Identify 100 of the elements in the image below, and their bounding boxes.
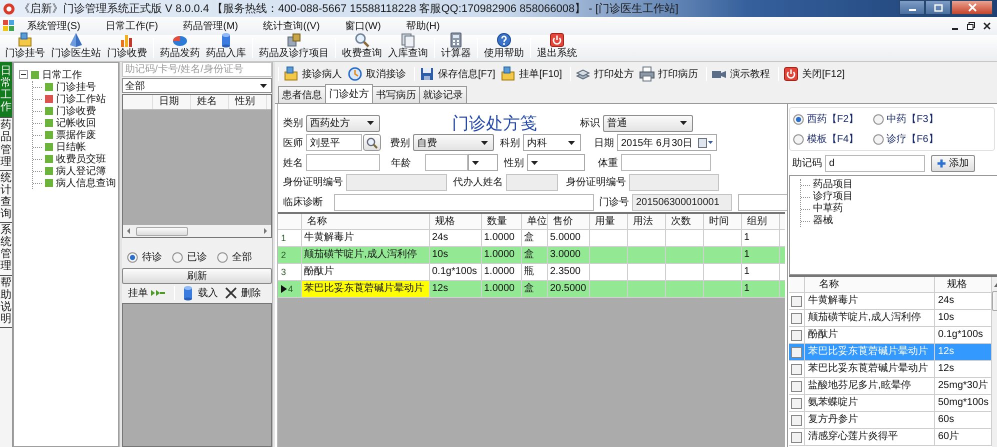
column-header[interactable]: 售价 — [548, 214, 590, 229]
tree-item[interactable]: 药品项目 — [813, 179, 853, 191]
checkbox[interactable] — [791, 296, 802, 307]
toolbar-button[interactable]: 取消接诊 — [347, 66, 410, 82]
radio-button[interactable] — [793, 114, 804, 124]
tree-item[interactable]: 器械 — [813, 215, 833, 227]
restore-button[interactable] — [925, 0, 951, 15]
window-menu-icon[interactable] — [3, 20, 15, 32]
tree-item[interactable]: 票据作废 — [56, 128, 96, 142]
column-header[interactable]: 用法 — [628, 214, 666, 229]
column-header[interactable]: 次数 — [666, 214, 704, 229]
radio-button[interactable] — [217, 252, 228, 262]
radio-label[interactable]: 模板【F4】 — [807, 132, 859, 146]
radio-button[interactable] — [127, 252, 138, 262]
refresh-button[interactable]: 刷新 — [122, 268, 272, 284]
search-button[interactable] — [363, 134, 381, 152]
radio-button[interactable] — [172, 252, 183, 262]
dropdown[interactable]: 普通 — [603, 114, 693, 132]
tree-item[interactable]: 病人登记簿 — [56, 164, 106, 178]
tree-item[interactable]: 门诊收费 — [56, 104, 96, 118]
tree-item[interactable]: 日常工作 — [42, 68, 82, 82]
add-button[interactable]: 添加 — [931, 154, 975, 172]
checkbox[interactable] — [791, 364, 802, 375]
date-picker[interactable]: 2015年 6月30日 — [617, 134, 717, 152]
column-header[interactable]: 时间 — [704, 214, 742, 229]
column-header[interactable]: 性别 — [229, 95, 267, 109]
tree-item[interactable]: 门诊挂号 — [56, 80, 96, 94]
menu-item[interactable]: 统计查询((V) — [251, 19, 333, 33]
dropdown[interactable]: 自费 — [413, 134, 494, 152]
toolbar-button[interactable]: 药品及诊疗项目 — [256, 35, 332, 61]
radio-button[interactable] — [793, 134, 804, 144]
column-header[interactable]: 用量 — [590, 214, 628, 229]
radio-label[interactable]: 待诊 — [142, 250, 162, 264]
toolbar-button[interactable]: 接诊病人 — [283, 66, 346, 82]
radio-label[interactable]: 中药【F3】 — [886, 112, 938, 126]
toolbar-button[interactable]: 打印处方 — [575, 66, 638, 82]
tab[interactable]: 患者信息 — [278, 86, 326, 103]
collapse-icon[interactable] — [19, 70, 28, 79]
toolbar-button[interactable]: 挂单[F10] — [500, 66, 566, 82]
toolbar-button[interactable]: 演示教程 — [711, 66, 774, 82]
dropdown[interactable] — [468, 154, 498, 172]
column-header[interactable]: 数量 — [482, 214, 522, 229]
dropdown[interactable]: 内科 — [523, 134, 581, 152]
tab[interactable]: 门诊处方 — [325, 84, 373, 103]
column-header[interactable]: 单位 — [522, 214, 548, 229]
side-tab[interactable]: 药品管理 — [0, 118, 12, 171]
checkbox[interactable] — [791, 398, 802, 409]
toolbar-button[interactable]: 药品入库 — [203, 35, 249, 61]
text-field[interactable] — [334, 194, 594, 211]
toolbar-button[interactable]: 使用帮助 — [481, 35, 527, 61]
text-field[interactable] — [306, 154, 380, 172]
radio-label[interactable]: 已诊 — [187, 250, 207, 264]
mnemonic-field[interactable]: d — [825, 154, 925, 172]
toolbar-button[interactable]: 保存信息[F7] — [419, 66, 500, 82]
radio-label[interactable]: 诊疗【F6】 — [886, 132, 938, 146]
toolbar-button[interactable]: 收费查询 — [339, 35, 385, 61]
toolbar-button[interactable]: 退出系统 — [534, 35, 580, 61]
checkbox[interactable] — [791, 347, 802, 358]
dropdown[interactable]: 西药处方 — [306, 114, 380, 132]
tree-item[interactable]: 诊疗项目 — [813, 191, 853, 203]
toolbar-button[interactable]: 入库查询 — [385, 35, 431, 61]
close-icon[interactable] — [983, 22, 991, 30]
column-header[interactable]: 姓名 — [191, 95, 229, 109]
tab[interactable]: 就诊记录 — [419, 86, 467, 103]
side-tab[interactable]: 统计查询 — [0, 170, 12, 224]
column-header[interactable]: 名称 — [302, 214, 430, 229]
toolbar-button[interactable]: 门诊挂号 — [2, 35, 48, 61]
restore-icon[interactable] — [967, 22, 975, 30]
close-button[interactable] — [951, 0, 993, 15]
menu-item[interactable]: 系统管理(S) — [15, 19, 94, 33]
checkbox[interactable] — [791, 415, 802, 426]
side-tab[interactable]: 帮助说明 — [0, 276, 12, 328]
radio-label[interactable]: 西药【F2】 — [807, 112, 859, 126]
radio-label[interactable]: 全部 — [232, 250, 252, 264]
minimize-button[interactable] — [899, 0, 925, 15]
tree-item[interactable]: 记帐收回 — [56, 116, 96, 130]
column-header[interactable]: 名称 — [805, 277, 935, 292]
radio-button[interactable] — [872, 114, 884, 124]
menu-item[interactable]: 窗口(W) — [332, 19, 394, 33]
tree-item[interactable]: 收费员交班 — [56, 152, 106, 166]
side-tab[interactable]: 日常工作 — [0, 62, 12, 118]
tree-item[interactable]: 病人信息查询 — [56, 176, 116, 190]
action-button[interactable]: 挂单 — [128, 284, 169, 300]
text-field[interactable] — [621, 154, 711, 172]
side-tab[interactable]: 系统管理 — [0, 223, 12, 276]
toolbar-button[interactable]: 门诊医生站 — [48, 35, 104, 61]
radio-button[interactable] — [872, 134, 884, 144]
text-field[interactable]: 刘昱平 — [306, 134, 362, 152]
toolbar-button[interactable]: 打印病历 — [639, 66, 702, 82]
toolbar-button[interactable]: 关闭[F12] — [783, 66, 849, 82]
text-field[interactable] — [425, 154, 468, 172]
column-header[interactable]: 组别 — [742, 214, 780, 229]
tab[interactable]: 书写病历 — [372, 86, 420, 103]
column-header[interactable]: 日期 — [153, 95, 191, 109]
checkbox[interactable] — [791, 432, 802, 443]
toolbar-button[interactable]: 药品发药 — [157, 35, 203, 61]
menu-item[interactable]: 帮助(H) — [394, 19, 453, 33]
checkbox[interactable] — [791, 381, 802, 392]
checkbox[interactable] — [791, 313, 802, 324]
filter-dropdown[interactable]: 全部 — [122, 78, 272, 93]
